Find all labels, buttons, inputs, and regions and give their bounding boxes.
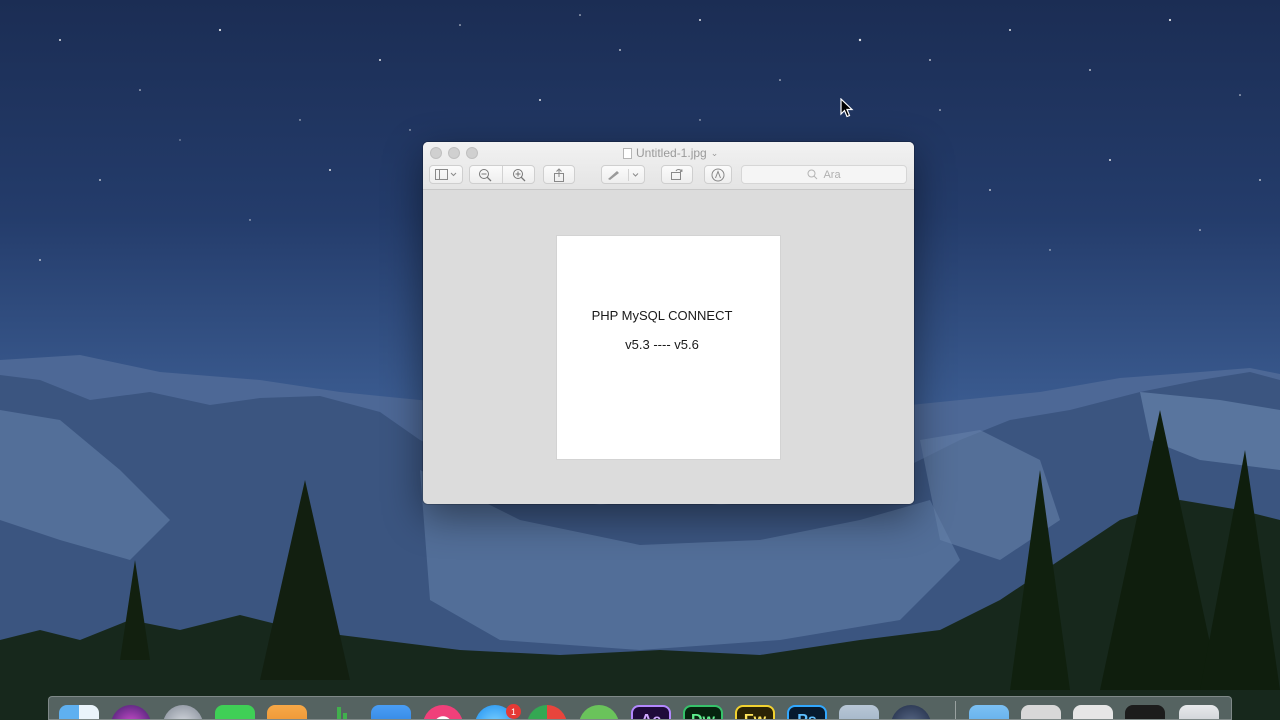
- photoshop-icon[interactable]: Ps: [787, 705, 827, 719]
- image-heading: PHP MySQL CONNECT: [591, 308, 733, 323]
- markup-button[interactable]: [704, 165, 732, 184]
- downloads-folder-icon[interactable]: [969, 705, 1009, 719]
- facetime-icon[interactable]: [215, 705, 255, 719]
- evernote-icon[interactable]: [579, 705, 619, 719]
- launchpad-icon[interactable]: [163, 705, 203, 719]
- preview-icon[interactable]: [839, 705, 879, 719]
- sidebar-toggle-button[interactable]: [429, 165, 463, 184]
- finder-icon[interactable]: [59, 705, 99, 719]
- markup-icon: [711, 168, 725, 181]
- terminal-icon[interactable]: [1125, 705, 1165, 719]
- chevron-down-icon: ⌄: [710, 147, 719, 158]
- rotate-button[interactable]: [661, 165, 693, 184]
- zoom-divider: [502, 166, 503, 183]
- sidebar-icon: [435, 169, 457, 180]
- zoom-button[interactable]: [466, 147, 478, 159]
- chrome-icon[interactable]: [527, 705, 567, 719]
- document-viewport[interactable]: PHP MySQL CONNECT v5.3 ---- v5.6: [423, 190, 914, 504]
- share-button[interactable]: [543, 165, 575, 184]
- window-title-text: Untitled-1.jpg: [636, 146, 707, 160]
- appstore-badge: 1: [506, 704, 521, 719]
- screenshot-icon[interactable]: [1073, 705, 1113, 719]
- dock: 1 Ae Dw Fw Ps: [48, 696, 1232, 720]
- fireworks-icon[interactable]: Fw: [735, 705, 775, 719]
- search-placeholder: Ara: [823, 168, 841, 181]
- quicktime-icon[interactable]: [891, 705, 931, 719]
- pages-icon[interactable]: [267, 705, 307, 719]
- dock-separator: [955, 701, 956, 719]
- trash-icon[interactable]: [1179, 705, 1219, 719]
- minimize-button[interactable]: [448, 147, 460, 159]
- document-image: PHP MySQL CONNECT v5.3 ---- v5.6: [557, 236, 780, 459]
- zoom-in-button[interactable]: [512, 168, 526, 182]
- preview-window[interactable]: Untitled-1.jpg ⌄ Ara PHP MySQL CONNECT v…: [423, 142, 914, 504]
- close-button[interactable]: [430, 147, 442, 159]
- itunes-icon[interactable]: [423, 705, 463, 719]
- rotate-icon: [671, 169, 683, 180]
- search-field[interactable]: Ara: [741, 165, 907, 184]
- share-icon: [554, 167, 564, 182]
- numbers-icon[interactable]: [319, 705, 359, 719]
- zoom-in-icon: [513, 169, 526, 182]
- zoom-out-icon: [479, 169, 492, 182]
- keynote-icon[interactable]: [371, 705, 411, 719]
- siri-icon[interactable]: [111, 705, 151, 719]
- mouse-cursor-icon: [840, 98, 854, 118]
- pen-icon: [608, 168, 639, 181]
- markup-toolbar-button[interactable]: [601, 165, 645, 184]
- window-titlebar[interactable]: Untitled-1.jpg ⌄ Ara: [423, 142, 914, 190]
- dreamweaver-icon[interactable]: Dw: [683, 705, 723, 719]
- image-version-range: v5.3 ---- v5.6: [625, 337, 699, 352]
- documents-icon[interactable]: [1021, 705, 1061, 719]
- window-title[interactable]: Untitled-1.jpg ⌄: [623, 145, 718, 161]
- zoom-out-button[interactable]: [478, 168, 492, 182]
- zoom-controls: [469, 165, 535, 184]
- document-icon: [623, 147, 632, 159]
- search-icon: [807, 169, 818, 180]
- after-effects-icon[interactable]: Ae: [631, 705, 671, 719]
